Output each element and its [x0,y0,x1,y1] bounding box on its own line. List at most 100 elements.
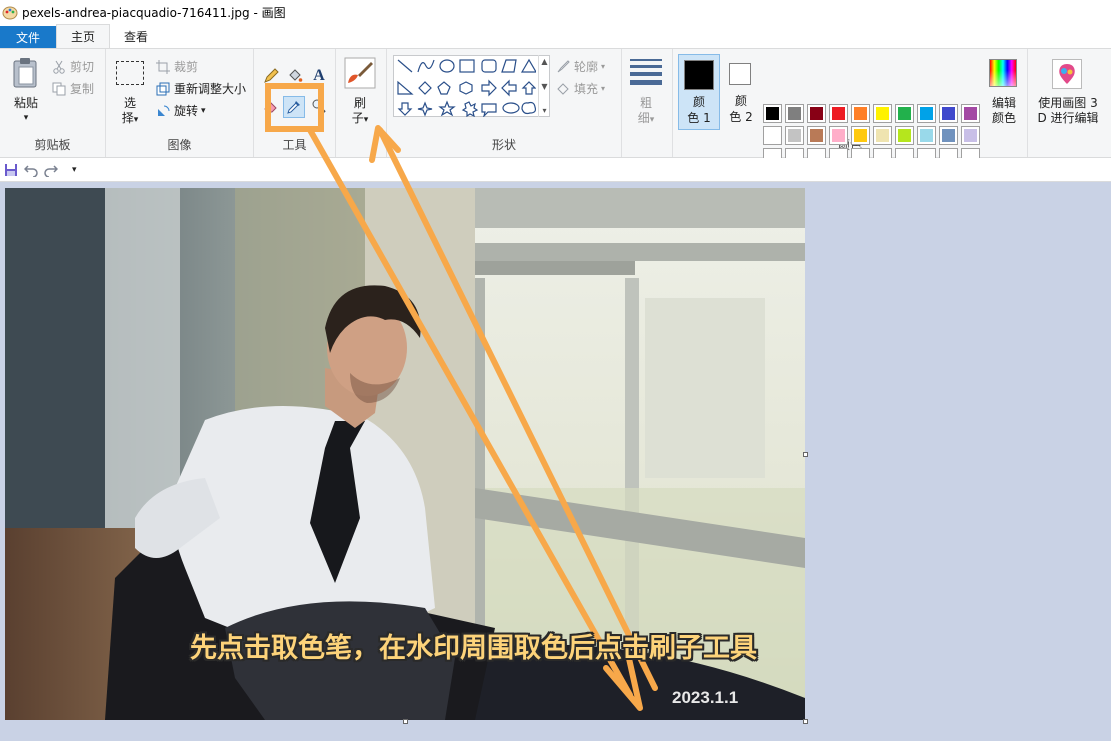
swatch-color [788,107,801,120]
size-label-1: 粗 [639,96,652,110]
palette-swatch[interactable] [785,126,804,145]
edit-colors-label-2: 颜色 [991,111,1016,125]
palette-swatch[interactable] [895,126,914,145]
paste-dropdown-icon: ▾ [23,113,29,123]
palette-swatch[interactable] [829,104,848,123]
tab-file[interactable]: 文件 [0,26,56,48]
clipboard-group-label: 剪贴板 [34,138,71,152]
tab-home[interactable]: 主页 [56,24,111,48]
palette-swatch[interactable] [961,126,980,145]
color2-button[interactable]: 颜 色 2 [721,54,761,130]
resize-handle-corner[interactable] [803,719,808,724]
cut-button[interactable]: 剪切 [52,58,94,75]
magnifier-icon [312,99,326,113]
size-dropdown-icon: ▾ [649,115,655,125]
paste-label: 粘贴 [13,96,38,110]
fill-dropdown-icon: ▾ [601,84,606,93]
magnifier-tool[interactable] [310,97,328,115]
swatch-color [920,129,933,142]
quick-access-toolbar: ▾ [0,158,1111,182]
tutorial-caption: 先点击取色笔，在水印周围取色后点击刷子工具 [190,633,757,664]
window-title: pexels-andrea-piacquadio-716411.jpg - 画图 [22,5,286,20]
palette-swatch[interactable] [873,126,892,145]
select-dropdown-icon: ▾ [133,115,139,125]
scroll-down-icon: ▼ [541,81,548,91]
fill-label: 填充 [574,82,599,96]
palette-swatch[interactable] [939,126,958,145]
palette-swatch[interactable] [763,104,782,123]
clipboard-icon [13,58,37,88]
scissors-icon [52,60,66,74]
undo-icon[interactable] [24,163,38,177]
fill-bucket-icon [556,82,570,96]
color2-label-1: 颜 [734,94,747,108]
swatch-color [876,129,889,142]
text-tool[interactable]: A [310,67,328,85]
swatch-color [854,129,867,142]
palette-swatch[interactable] [851,104,870,123]
size-button[interactable]: 粗 细▾ [626,55,666,127]
palette-swatch[interactable] [807,104,826,123]
rotate-button[interactable]: 旋转 ▾ [156,102,206,119]
shapes-gallery-scroll[interactable]: ▲ ▼ ▾ [538,55,550,117]
fill-tool[interactable] [286,67,304,85]
scroll-up-icon: ▲ [541,57,548,66]
swatch-color [964,129,977,142]
eraser-tool[interactable] [262,97,280,115]
pencil-tool[interactable] [262,67,280,85]
shapes-gallery [393,55,550,117]
redo-icon[interactable] [44,163,58,177]
color1-swatch [684,60,714,90]
outline-brush-icon [556,59,570,74]
brushes-label-1: 刷 [353,96,366,110]
palette-swatch[interactable] [807,126,826,145]
outline-dropdown-icon: ▾ [601,62,606,71]
palette-swatch[interactable] [785,104,804,123]
photo-watermark: 2023.1.1 [672,688,739,707]
palette-swatch[interactable] [939,104,958,123]
swatch-color [788,129,801,142]
brushes-label-2: 子 [351,111,364,125]
resize-handle-right[interactable] [803,452,808,457]
cut-label: 剪切 [70,60,95,74]
palette-swatch[interactable] [829,126,848,145]
palette-swatch[interactable] [851,126,870,145]
resize-button[interactable]: 重新调整大小 [156,80,246,97]
fill-button[interactable]: 填充 ▾ [556,80,605,97]
swatch-color [832,107,845,120]
paste-button[interactable]: 粘贴 ▾ [6,55,46,127]
copy-icon [52,82,66,96]
ribbon-tabs: 文件 主页 查看 [0,24,1111,48]
title-bar: pexels-andrea-piacquadio-716411.jpg - 画图 [0,0,1111,24]
paint3d-label-2: D 进行编辑 [1037,111,1099,125]
crop-button[interactable]: 裁剪 [156,58,198,75]
rotate-icon [156,104,170,118]
color1-button[interactable]: 颜 色 1 [678,54,720,130]
swatch-color [964,107,977,120]
paint3d-label-1: 使用画图 3 [1038,96,1098,110]
palette-swatch[interactable] [917,126,936,145]
select-button[interactable]: 选 择▾ [110,55,150,127]
copy-button[interactable]: 复制 [52,80,94,97]
rotate-label: 旋转 [174,104,199,118]
swatch-color [810,129,823,142]
customize-toolbar-icon[interactable]: ▾ [72,165,77,175]
color2-swatch [729,63,751,85]
resize-icon [156,82,170,96]
tab-view[interactable]: 查看 [110,24,162,48]
palette-swatch[interactable] [895,104,914,123]
save-icon[interactable] [4,163,18,177]
shapes-group-label: 形状 [491,138,516,152]
color-picker-tool[interactable] [283,96,305,118]
palette-swatch[interactable] [917,104,936,123]
outline-button[interactable]: 轮廓 ▾ [556,58,605,75]
palette-swatch[interactable] [763,126,782,145]
brushes-button[interactable]: 刷 子▾ [340,55,380,127]
resize-handle-bottom[interactable] [403,719,408,724]
select-label-1: 选 [123,96,136,110]
palette-swatch[interactable] [873,104,892,123]
palette-swatch[interactable] [961,104,980,123]
edit-with-paint3d-button[interactable]: 使用画图 3 D 进行编辑 [1032,55,1104,127]
edit-colors-button[interactable]: 编辑 颜色 [984,55,1024,127]
color1-label-1: 颜 [692,95,705,109]
